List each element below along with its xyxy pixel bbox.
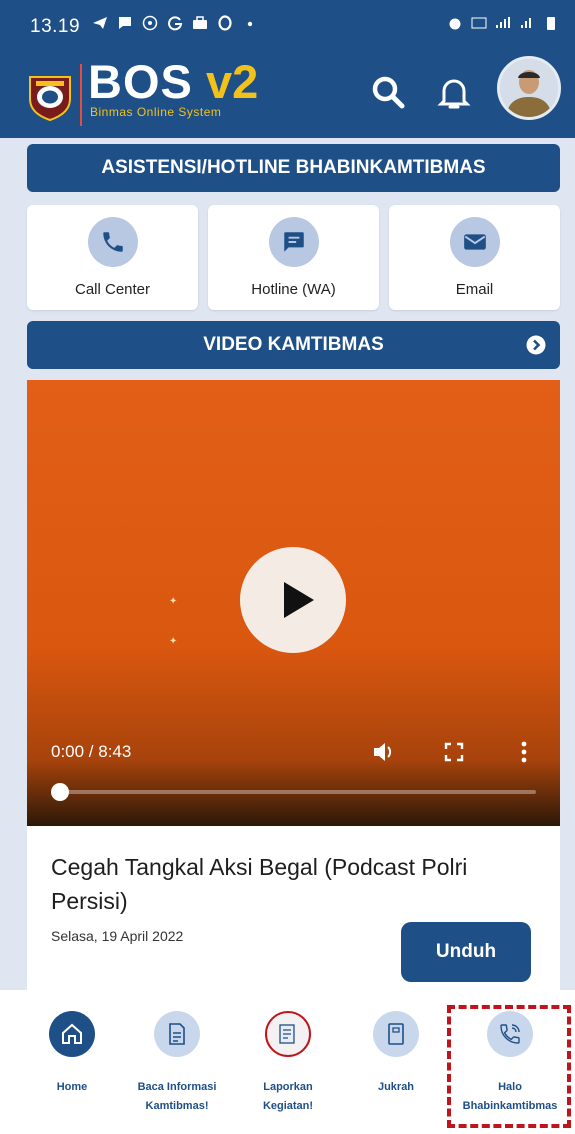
hotline-banner: ASISTENSI/HOTLINE BHABINKAMTIBMAS bbox=[27, 144, 560, 192]
briefcase-icon bbox=[193, 16, 207, 29]
call-center-card[interactable]: Call Center bbox=[27, 205, 198, 310]
status-notification-icons bbox=[92, 15, 258, 31]
dot-icon bbox=[247, 21, 253, 27]
volte-icon bbox=[471, 17, 487, 29]
volume-icon[interactable] bbox=[371, 740, 397, 764]
contact-cards: Call Center Hotline (WA) Email bbox=[27, 205, 560, 310]
brand-version: v2 bbox=[206, 55, 259, 108]
nav-laporkan-kegiatan[interactable]: Laporkan Kegiatan! bbox=[238, 990, 338, 1134]
battery-icon bbox=[547, 17, 555, 30]
opera-icon bbox=[218, 15, 232, 31]
document-icon bbox=[169, 1023, 185, 1045]
status-bar: 13.19 bbox=[0, 0, 575, 50]
highlight-annotation-box bbox=[447, 1005, 571, 1128]
telegram-icon bbox=[93, 17, 107, 29]
book-icon bbox=[388, 1023, 404, 1045]
video-banner-title: VIDEO KAMTIBMAS bbox=[203, 334, 384, 355]
nav-jukrah[interactable]: Jukrah bbox=[346, 990, 446, 1134]
video-banner[interactable]: VIDEO KAMTIBMAS bbox=[27, 321, 560, 369]
circle-letter-icon bbox=[142, 15, 158, 31]
police-emblem-icon bbox=[29, 76, 71, 121]
report-icon bbox=[279, 1024, 295, 1044]
search-icon[interactable] bbox=[368, 72, 408, 112]
fullscreen-icon[interactable] bbox=[441, 740, 467, 764]
user-photo-icon bbox=[500, 59, 558, 117]
nav-baca-informasi-label: Baca Informasi Kamtibmas! bbox=[137, 1081, 217, 1112]
video-info-card: Cegah Tangkal Aksi Begal (Podcast Polri … bbox=[27, 826, 560, 990]
hotline-banner-title: ASISTENSI/HOTLINE BHABINKAMTIBMAS bbox=[101, 157, 486, 178]
nav-home[interactable]: Home bbox=[22, 990, 122, 1134]
nav-laporkan-kegiatan-label: Laporkan Kegiatan! bbox=[262, 1081, 314, 1112]
signal-icon bbox=[521, 18, 531, 28]
status-time: 13.19 bbox=[30, 16, 81, 37]
logo-divider bbox=[80, 64, 82, 126]
video-progress-bar[interactable] bbox=[59, 790, 536, 794]
brand-subtitle: Binmas Online System bbox=[90, 105, 222, 119]
more-options-icon[interactable] bbox=[511, 740, 537, 764]
sparkle-icon: ✦ bbox=[169, 596, 178, 607]
brand-title: BOS bbox=[88, 55, 193, 108]
nav-jukrah-label: Jukrah bbox=[377, 1081, 415, 1093]
play-icon bbox=[284, 582, 314, 618]
email-label: Email bbox=[455, 281, 494, 298]
nav-home-label: Home bbox=[56, 1081, 88, 1093]
play-button[interactable] bbox=[240, 547, 346, 653]
message-icon bbox=[119, 17, 131, 29]
phone-icon bbox=[102, 232, 123, 252]
video-progress-handle[interactable] bbox=[51, 783, 69, 801]
chat-icon bbox=[283, 232, 304, 252]
user-avatar[interactable] bbox=[497, 56, 561, 120]
download-button[interactable]: Unduh bbox=[401, 922, 531, 982]
app-header: BOS v2 Binmas Online System bbox=[0, 50, 575, 138]
hotline-wa-card[interactable]: Hotline (WA) bbox=[208, 205, 379, 310]
mail-icon bbox=[463, 234, 486, 250]
email-card[interactable]: Email bbox=[389, 205, 560, 310]
video-player[interactable]: ✦ ✦ 0:00 / 8:43 bbox=[27, 380, 560, 826]
alarm-icon bbox=[449, 18, 461, 30]
signal-4g-icon bbox=[496, 17, 510, 28]
video-date: Selasa, 19 April 2022 bbox=[51, 928, 184, 944]
video-title: Cegah Tangkal Aksi Begal (Podcast Polri … bbox=[51, 854, 468, 914]
chevron-right-circle-icon[interactable] bbox=[526, 335, 546, 355]
video-time: 0:00 / 8:43 bbox=[51, 742, 132, 761]
nav-baca-informasi[interactable]: Baca Informasi Kamtibmas! bbox=[127, 990, 227, 1134]
hotline-wa-label: Hotline (WA) bbox=[251, 281, 336, 298]
home-icon bbox=[62, 1023, 82, 1044]
google-icon bbox=[168, 16, 183, 31]
sparkle-icon: ✦ bbox=[169, 636, 178, 647]
call-center-label: Call Center bbox=[74, 281, 151, 298]
status-system-icons bbox=[447, 15, 559, 31]
bell-icon[interactable] bbox=[434, 72, 474, 112]
